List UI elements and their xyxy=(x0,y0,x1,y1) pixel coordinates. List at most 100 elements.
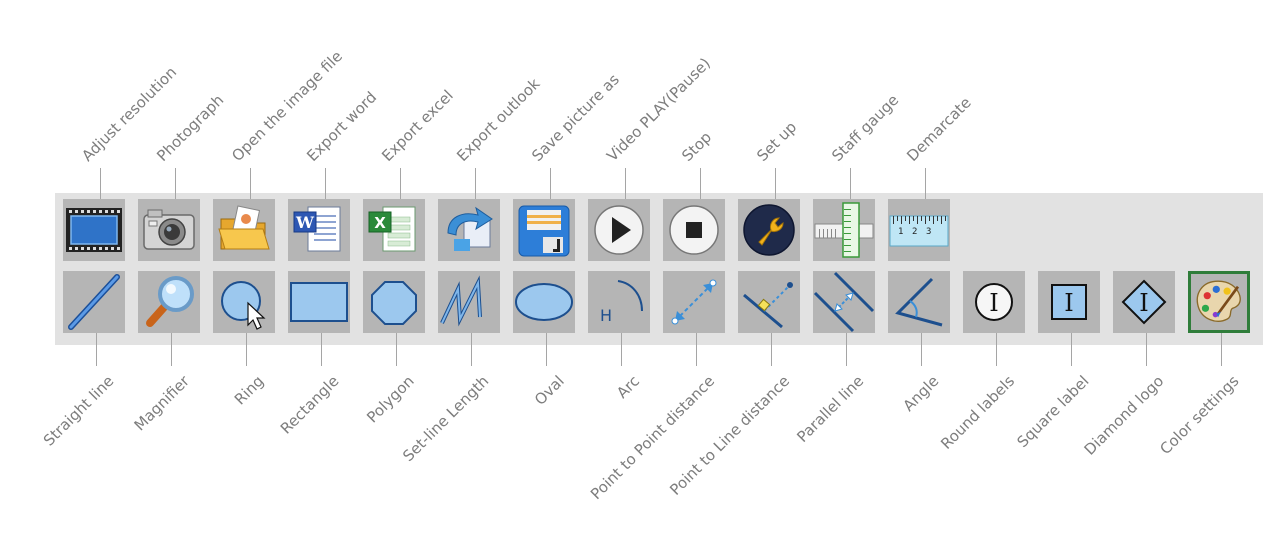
ruler-icon: 123 xyxy=(889,215,949,247)
callout-leader-video-play-pause xyxy=(625,168,626,199)
magnifier-button[interactable] xyxy=(138,271,200,333)
play-icon xyxy=(594,205,644,255)
diamond-logo-button[interactable]: I xyxy=(1113,271,1175,333)
square-label-button[interactable]: I xyxy=(1038,271,1100,333)
svg-text:I: I xyxy=(989,289,998,317)
callout-leader-stop xyxy=(700,168,701,199)
save-picture-as-button[interactable] xyxy=(513,199,575,261)
callout-leader-point-to-line-distance xyxy=(771,333,772,366)
export-word-button[interactable]: W xyxy=(288,199,350,261)
excel-document-icon: X xyxy=(368,206,416,252)
straight-line-icon xyxy=(68,274,120,330)
callout-label-oval: Oval xyxy=(530,372,568,409)
camera-icon xyxy=(143,209,195,250)
callout-leader-photograph xyxy=(175,168,176,199)
arc-icon: H xyxy=(600,280,643,325)
open-folder-icon xyxy=(218,205,270,250)
callout-label-square-label: Square label xyxy=(1013,372,1093,452)
svg-text:X: X xyxy=(374,214,386,232)
adjust-resolution-button[interactable] xyxy=(63,199,125,261)
callout-leader-set-line-length xyxy=(471,333,472,366)
set-line-length-button[interactable] xyxy=(438,271,500,333)
callout-label-round-labels: Round labels xyxy=(937,372,1019,453)
oval-button[interactable] xyxy=(513,271,575,333)
callout-leader-square-label xyxy=(1071,333,1072,366)
point-to-line-distance-button[interactable] xyxy=(738,271,800,333)
set-up-button[interactable] xyxy=(738,199,800,261)
svg-text:3: 3 xyxy=(926,227,931,237)
callout-label-photograph: Photograph xyxy=(153,90,228,165)
palette-icon xyxy=(1196,280,1241,322)
callout-label-polygon: Polygon xyxy=(363,372,418,427)
diamond-label-icon: I xyxy=(1121,279,1167,325)
callout-label-angle: Angle xyxy=(899,372,943,415)
floppy-disk-icon xyxy=(518,205,570,257)
callout-label-color-settings: Color settings xyxy=(1156,372,1243,459)
callout-leader-straight-line xyxy=(96,333,97,366)
color-settings-button[interactable] xyxy=(1188,271,1250,333)
staff-gauge-button[interactable] xyxy=(813,199,875,261)
round-label-icon: I xyxy=(975,283,1013,321)
photograph-button[interactable] xyxy=(138,199,200,261)
callout-leader-staff-gauge xyxy=(850,168,851,199)
callout-label-export-excel: Export excel xyxy=(378,86,457,165)
callout-label-stop: Stop xyxy=(678,128,716,165)
round-labels-button[interactable]: I xyxy=(963,271,1025,333)
callout-label-point-to-point-distance: Point to Point distance xyxy=(587,372,719,504)
ring-icon xyxy=(221,281,266,330)
export-excel-button[interactable]: X xyxy=(363,199,425,261)
export-outlook-button[interactable] xyxy=(438,199,500,261)
video-play-pause-button[interactable] xyxy=(588,199,650,261)
svg-text:2: 2 xyxy=(912,227,917,237)
point-to-point-icon xyxy=(671,279,717,325)
callout-leader-round-labels xyxy=(996,333,997,366)
rectangle-button[interactable] xyxy=(288,271,350,333)
set-line-length-icon xyxy=(440,275,482,327)
callout-label-arc: Arc xyxy=(613,372,644,402)
stop-button[interactable] xyxy=(663,199,725,261)
angle-button[interactable] xyxy=(888,271,950,333)
angle-icon xyxy=(895,277,943,327)
callout-label-rectangle: Rectangle xyxy=(276,372,343,438)
callout-label-set-up: Set up xyxy=(753,118,801,165)
polygon-button[interactable] xyxy=(363,271,425,333)
straight-line-button[interactable] xyxy=(63,271,125,333)
svg-text:W: W xyxy=(295,213,315,232)
polygon-icon xyxy=(371,281,417,325)
arc-button[interactable]: H xyxy=(588,271,650,333)
outlook-arrow-icon xyxy=(447,206,493,251)
film-icon xyxy=(66,208,122,252)
callout-leader-export-word xyxy=(325,168,326,199)
callout-leader-demarcate xyxy=(925,168,926,199)
callout-leader-angle xyxy=(921,333,922,366)
callout-leader-polygon xyxy=(396,333,397,366)
callout-leader-export-excel xyxy=(400,168,401,199)
svg-text:H: H xyxy=(600,306,612,325)
callout-leader-point-to-point-distance xyxy=(696,333,697,366)
callout-leader-arc xyxy=(621,333,622,366)
toolbar-diagram: Adjust resolution Photograph Open the im… xyxy=(0,0,1265,540)
point-to-point-distance-button[interactable] xyxy=(663,271,725,333)
callout-leader-oval xyxy=(546,333,547,366)
wrench-icon xyxy=(743,204,795,256)
callout-leader-diamond-logo xyxy=(1146,333,1147,366)
callout-label-ring: Ring xyxy=(230,372,268,409)
svg-text:I: I xyxy=(1139,289,1148,317)
rectangle-icon xyxy=(290,282,348,322)
callout-label-parallel-line: Parallel line xyxy=(793,372,868,446)
stop-icon xyxy=(669,205,719,255)
parallel-line-button[interactable] xyxy=(813,271,875,333)
staff-gauge-icon xyxy=(814,202,874,258)
demarcate-button[interactable]: 123 xyxy=(888,199,950,261)
point-to-line-icon xyxy=(743,282,793,329)
word-document-icon: W xyxy=(293,206,341,252)
callout-label-demarcate: Demarcate xyxy=(903,93,975,165)
callout-leader-save-picture-as xyxy=(550,168,551,199)
callout-leader-color-settings xyxy=(1221,333,1222,366)
open-the-image-file-button[interactable] xyxy=(213,199,275,261)
ring-button[interactable] xyxy=(213,271,275,333)
svg-text:I: I xyxy=(1064,289,1073,317)
square-label-icon: I xyxy=(1051,284,1087,320)
callout-label-magnifier: Magnifier xyxy=(130,372,193,435)
callout-leader-open-the-image-file xyxy=(250,168,251,199)
